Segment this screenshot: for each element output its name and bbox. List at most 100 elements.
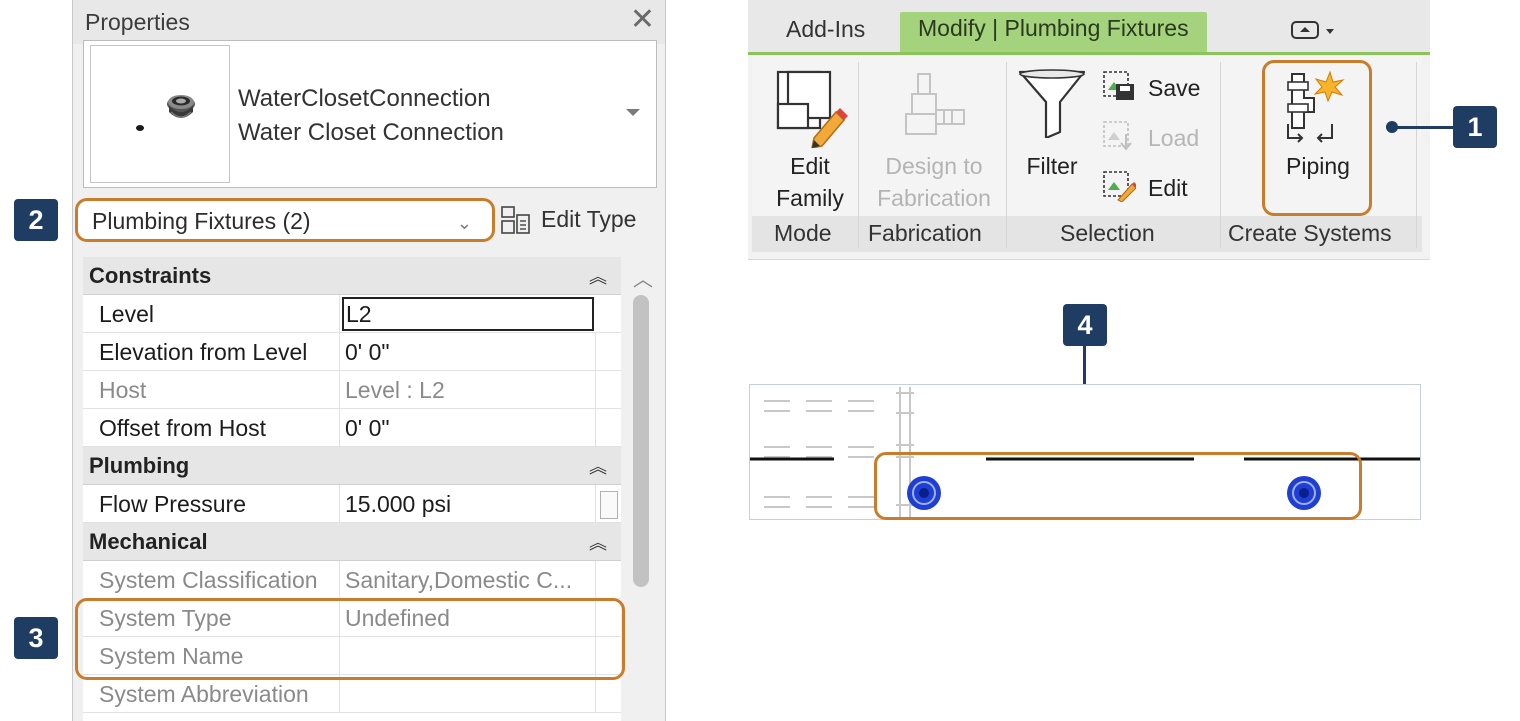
- property-value[interactable]: 0' 0": [345, 339, 390, 366]
- property-name: Host: [99, 377, 147, 403]
- property-row-system-classification: System Classification Sanitary,Domestic …: [83, 561, 621, 599]
- scrollbar-thumb[interactable]: [633, 295, 649, 587]
- ribbon-panels: Edit Family Mode Design to Fabrication F…: [752, 56, 1422, 252]
- edit-selection-icon: [1103, 171, 1136, 202]
- water-closet-connection-icon: [136, 95, 195, 131]
- property-row-elevation[interactable]: Elevation from Level 0' 0": [83, 333, 621, 371]
- filter-label: Filter: [1026, 153, 1078, 179]
- column-divider: [595, 333, 596, 370]
- scroll-up-icon[interactable]: ︿: [633, 263, 653, 292]
- close-icon[interactable]: ✕: [630, 5, 655, 35]
- level-value: L2: [346, 301, 372, 327]
- chevron-down-icon[interactable]: [626, 109, 640, 116]
- column-divider: [339, 409, 340, 446]
- property-name: Level: [99, 301, 154, 327]
- instance-filter-value: Plumbing Fixtures (2): [92, 208, 311, 234]
- callout-2: 2: [14, 199, 58, 241]
- property-value: Sanitary,Domestic C...: [345, 567, 573, 593]
- edit-selection-button[interactable]: Edit: [1102, 170, 1232, 204]
- panel-label-fabrication: Fabrication: [868, 220, 982, 246]
- load-selection-button: Load: [1102, 120, 1232, 154]
- chevron-down-icon: ⌄: [456, 213, 472, 233]
- highlight-selected-fixtures: [874, 452, 1362, 520]
- design-to-fabrication-label-2: Fabrication: [877, 185, 991, 211]
- column-divider: [339, 333, 340, 370]
- ribbon-tabs: Add-Ins Modify | Plumbing Fixtures: [748, 0, 1430, 56]
- section-mechanical[interactable]: Mechanical ︽: [83, 523, 621, 561]
- section-label: Mechanical: [89, 529, 208, 554]
- tab-underline: [748, 52, 1430, 55]
- edit-type-label: Edit Type: [541, 206, 637, 232]
- column-divider: [595, 371, 596, 408]
- property-row-offset[interactable]: Offset from Host 0' 0": [83, 409, 621, 447]
- type-name: Water Closet Connection: [238, 119, 504, 146]
- property-row-flow-pressure[interactable]: Flow Pressure 15.000 psi: [83, 485, 621, 523]
- properties-title: Properties: [85, 9, 190, 35]
- section-constraints[interactable]: Constraints ︽: [83, 257, 621, 295]
- ribbon-minimize-button[interactable]: [1280, 14, 1348, 56]
- associate-parameter-button[interactable]: [600, 491, 618, 519]
- callout-1-leader: [1394, 126, 1454, 129]
- level-input[interactable]: L2: [342, 297, 594, 331]
- property-value[interactable]: 0' 0": [345, 415, 390, 442]
- property-value[interactable]: 15.000 psi: [345, 491, 451, 518]
- type-thumbnail: [90, 45, 230, 183]
- panel-separator: [1006, 62, 1007, 248]
- type-family-name: WaterClosetConnection: [238, 85, 491, 112]
- column-divider: [595, 561, 596, 598]
- save-selection-button[interactable]: Save: [1102, 70, 1232, 104]
- load-selection-icon: [1103, 121, 1132, 151]
- property-row-host: Host Level : L2: [83, 371, 621, 409]
- type-selector-box[interactable]: WaterClosetConnection Water Closet Conne…: [83, 40, 657, 188]
- column-divider: [595, 409, 596, 446]
- properties-scrollbar[interactable]: ︿: [625, 257, 659, 721]
- design-to-fabrication-label-1: Design to: [885, 153, 983, 179]
- callout-4: 4: [1063, 304, 1107, 346]
- properties-palette: Properties ✕ WaterClosetConnection Water…: [72, 0, 666, 721]
- instance-filter-dropdown[interactable]: Plumbing Fixtures (2) ⌄: [75, 198, 495, 242]
- tab-modify-plumbing-fixtures[interactable]: Modify | Plumbing Fixtures: [900, 12, 1207, 54]
- property-name: System Classification: [99, 567, 318, 593]
- save-label: Save: [1148, 75, 1201, 101]
- edit-family-label-2: Family: [776, 185, 844, 211]
- column-divider: [595, 485, 596, 522]
- design-to-fabrication-icon: [905, 73, 965, 135]
- edit-label: Edit: [1148, 175, 1188, 201]
- column-divider: [339, 675, 340, 712]
- panel-label-mode: Mode: [774, 220, 832, 246]
- property-name: Offset from Host: [99, 415, 267, 441]
- highlight-system-fields: [75, 598, 625, 680]
- edit-family-button[interactable]: Edit Family: [762, 62, 858, 212]
- callout-3: 3: [14, 617, 58, 659]
- panel-separator: [858, 62, 859, 248]
- edit-family-label-1: Edit: [790, 153, 830, 179]
- panel-toggle-icon: [1291, 21, 1334, 39]
- properties-header: Properties ✕: [73, 0, 665, 44]
- filter-button[interactable]: Filter: [1010, 62, 1094, 212]
- panel-label-selection: Selection: [1060, 220, 1155, 246]
- panel-label-create-systems: Create Systems: [1228, 220, 1392, 246]
- section-label: Constraints: [89, 263, 212, 288]
- panel-separator: [1220, 62, 1221, 248]
- panel-separator: [1416, 62, 1417, 248]
- tab-add-ins[interactable]: Add-Ins: [776, 12, 875, 54]
- column-divider: [339, 295, 340, 332]
- property-value: Level : L2: [345, 377, 445, 403]
- collapse-icon[interactable]: ︽: [589, 453, 607, 479]
- collapse-icon[interactable]: ︽: [589, 529, 607, 555]
- column-divider: [339, 371, 340, 408]
- property-name: Elevation from Level: [99, 339, 308, 365]
- load-label: Load: [1148, 125, 1200, 151]
- edit-family-icon: [776, 70, 848, 148]
- highlight-piping-button: [1262, 60, 1372, 216]
- design-to-fabrication-button: Design to Fabrication: [862, 62, 1006, 212]
- column-divider: [339, 485, 340, 522]
- collapse-icon[interactable]: ︽: [589, 263, 607, 289]
- ribbon: Add-Ins Modify | Plumbing Fixtures Edit …: [748, 0, 1430, 260]
- column-divider: [339, 561, 340, 598]
- property-name: System Abbreviation: [99, 681, 309, 707]
- section-plumbing[interactable]: Plumbing ︽: [83, 447, 621, 485]
- property-row-level[interactable]: Level L2: [83, 295, 621, 333]
- section-label: Plumbing: [89, 453, 190, 478]
- save-selection-icon: [1103, 71, 1134, 100]
